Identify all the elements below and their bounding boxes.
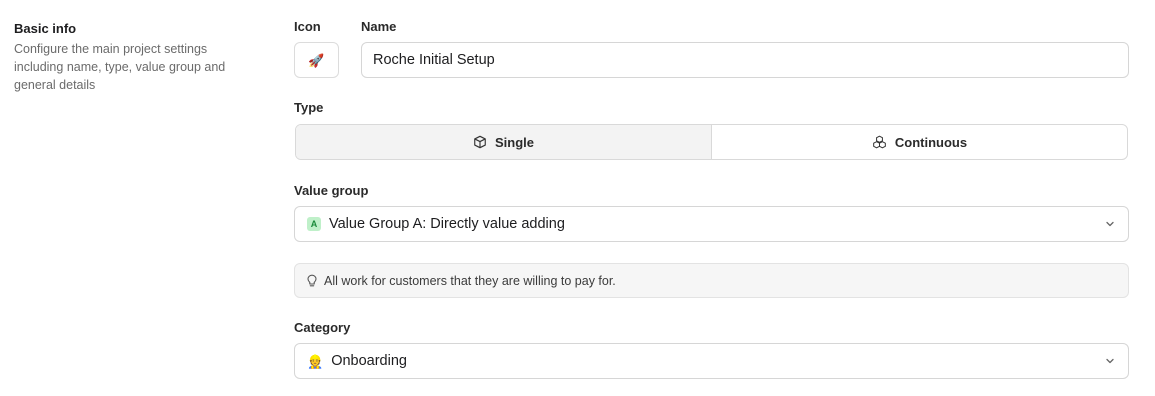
type-option-single-label: Single	[494, 134, 534, 150]
section-description: Configure the main project settings incl…	[14, 42, 226, 92]
cubes-icon	[873, 135, 886, 149]
construction-worker-icon: 👷	[307, 353, 324, 369]
icon-label: Icon	[294, 19, 321, 34]
value-group-hint: All work for customers that they are wil…	[294, 263, 1129, 298]
chevron-down-icon	[1106, 358, 1114, 364]
icon-picker-button[interactable]: 🚀	[294, 42, 339, 78]
value-group-select[interactable]: A Value Group A: Directly value adding	[294, 206, 1129, 242]
category-value: Onboarding	[331, 353, 407, 369]
type-option-continuous-label: Continuous	[894, 134, 968, 150]
type-segmented-control: Single Continuous	[295, 124, 1128, 160]
name-label: Name	[361, 19, 397, 34]
chevron-down-icon	[1106, 221, 1114, 227]
lightbulb-icon	[307, 274, 317, 286]
section-title: Basic info	[14, 21, 77, 36]
category-select[interactable]: 👷 Onboarding	[294, 343, 1129, 379]
value-group-value: Value Group A: Directly value adding	[329, 216, 565, 232]
value-group-badge: A	[307, 217, 321, 231]
type-label: Type	[294, 100, 324, 115]
value-group-hint-text: All work for customers that they are wil…	[324, 273, 616, 288]
name-input[interactable]	[361, 42, 1129, 78]
category-label: Category	[294, 320, 351, 335]
rocket-icon: 🚀	[308, 52, 325, 68]
type-option-single[interactable]: Single	[296, 125, 712, 159]
value-group-label: Value group	[294, 183, 369, 198]
type-option-continuous[interactable]: Continuous	[712, 125, 1127, 159]
cube-icon	[474, 135, 486, 149]
